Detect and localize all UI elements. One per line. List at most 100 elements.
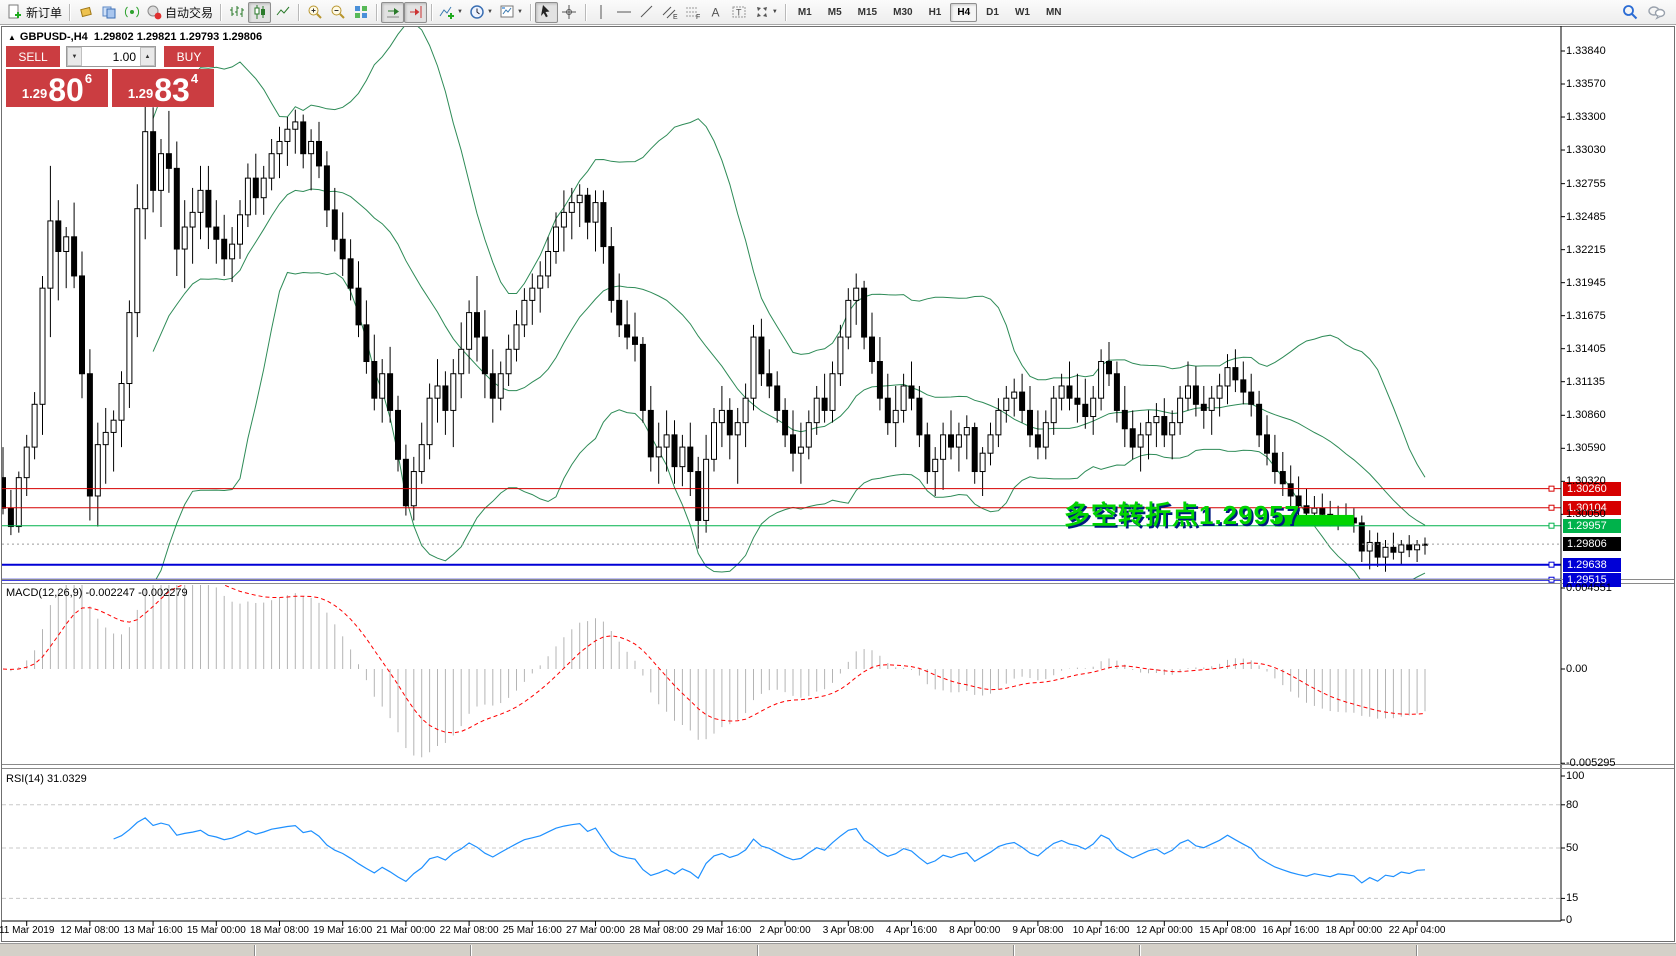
candle-body <box>530 288 535 300</box>
candle-body <box>814 398 819 422</box>
candle-body <box>16 478 21 527</box>
candle-body <box>1 478 6 509</box>
candle-body <box>633 337 638 344</box>
candle-body <box>569 203 574 213</box>
sell-price-big: 80 <box>48 76 84 104</box>
candle-body <box>127 313 132 384</box>
sell-price-tile[interactable]: 1.29 80 6 <box>6 69 108 107</box>
symbol-period-label: GBPUSD-,H4 <box>20 31 88 43</box>
candle-body <box>546 251 551 275</box>
line-anchor-handle[interactable] <box>1549 562 1554 567</box>
candle-body <box>522 300 527 324</box>
price-tick-label: 1.32215 <box>1566 244 1606 256</box>
price-tick-label: 1.31405 <box>1566 343 1606 355</box>
candle-body <box>917 398 922 435</box>
bollinger-lower-band <box>153 273 1425 596</box>
buy-price-tile[interactable]: 1.29 83 4 <box>112 69 214 107</box>
candle-body <box>1083 404 1088 416</box>
candle-body <box>1391 547 1396 552</box>
candle-body <box>56 221 61 252</box>
candle-body <box>719 410 724 422</box>
candle-body <box>870 337 875 361</box>
volume-input[interactable] <box>82 47 140 66</box>
line-anchor-handle[interactable] <box>1549 523 1554 528</box>
rsi-line <box>114 818 1425 883</box>
buy-price-big: 83 <box>154 76 190 104</box>
candle-body <box>901 386 906 410</box>
candle-body <box>648 410 653 456</box>
candle-body <box>617 300 622 324</box>
price-tick-label: 1.32485 <box>1566 211 1606 223</box>
candle-body <box>293 122 298 129</box>
candle-body <box>1233 368 1238 380</box>
time-axis-label: 29 Mar 16:00 <box>692 925 751 936</box>
candle-body <box>593 203 598 223</box>
macd-axis-label: 0.004551 <box>1566 582 1612 594</box>
level-price-label: 1.29638 <box>1563 558 1621 572</box>
price-tick-label: 1.30860 <box>1566 409 1606 421</box>
bottom-bar[interactable] <box>0 943 1676 956</box>
chart-annotation-text[interactable]: 多空转折点1.29957 <box>1064 495 1300 532</box>
volume-decrease-button[interactable]: ▼ <box>67 47 82 66</box>
buy-button[interactable]: BUY <box>164 46 214 67</box>
candle-body <box>301 122 306 154</box>
price-tick-label: 1.33300 <box>1566 111 1606 123</box>
price-tick-label: 1.33570 <box>1566 78 1606 90</box>
price-tick-label: 1.33030 <box>1566 144 1606 156</box>
candle-body <box>24 447 29 478</box>
candle-body <box>577 195 582 202</box>
candle-body <box>1114 374 1119 411</box>
collapse-triangle-icon[interactable]: ▲ <box>8 33 16 42</box>
candle-body <box>925 435 930 472</box>
candle-body <box>285 129 290 141</box>
price-chart-canvas[interactable] <box>0 0 1676 956</box>
candle-body <box>798 447 803 453</box>
candle-body <box>245 178 250 215</box>
candle-body <box>1407 545 1412 550</box>
time-axis-label: 18 Apr 00:00 <box>1326 925 1383 936</box>
candle-body <box>775 386 780 410</box>
candle-body <box>680 447 685 467</box>
candle-body <box>1067 386 1072 398</box>
candle-body <box>166 154 171 169</box>
time-axis-label: 22 Apr 04:00 <box>1389 925 1446 936</box>
candle-body <box>1272 453 1277 471</box>
candle-body <box>206 190 211 227</box>
macd-axis-label: 0.00 <box>1566 663 1587 675</box>
current-price-label: 1.29806 <box>1563 537 1621 551</box>
time-axis-label: 25 Mar 16:00 <box>503 925 562 936</box>
candle-body <box>103 432 108 444</box>
candle-body <box>1415 545 1420 550</box>
volume-increase-button[interactable]: ▲ <box>140 47 155 66</box>
candle-body <box>988 435 993 453</box>
candle-body <box>214 227 219 239</box>
candle-body <box>482 337 487 374</box>
candle-body <box>735 423 740 435</box>
candle-body <box>72 237 77 276</box>
sell-button[interactable]: SELL <box>6 46 60 67</box>
candle-body <box>459 349 464 373</box>
candle-body <box>822 398 827 410</box>
rsi-axis-label: 0 <box>1566 914 1572 926</box>
candle-body <box>838 337 843 374</box>
candle-body <box>1020 392 1025 410</box>
candle-body <box>1130 429 1135 447</box>
candle-body <box>498 374 503 398</box>
candle-body <box>1280 472 1285 484</box>
line-anchor-handle[interactable] <box>1549 486 1554 491</box>
candle-body <box>317 141 322 165</box>
bottom-bar-separator <box>757 945 758 956</box>
time-axis-label: 4 Apr 16:00 <box>886 925 937 936</box>
candle-body <box>1162 417 1167 435</box>
candle-body <box>1209 398 1214 410</box>
candle-body <box>996 410 1001 434</box>
candle-body <box>230 244 235 259</box>
candle-body <box>506 349 511 373</box>
time-axis-label: 11 Mar 2019 <box>0 925 54 936</box>
price-tick-label: 1.31135 <box>1566 376 1605 388</box>
line-anchor-handle[interactable] <box>1549 505 1554 510</box>
candle-body <box>1304 506 1309 513</box>
candle-body <box>222 239 227 259</box>
candle-body <box>791 435 796 453</box>
candle-body <box>1004 398 1009 410</box>
